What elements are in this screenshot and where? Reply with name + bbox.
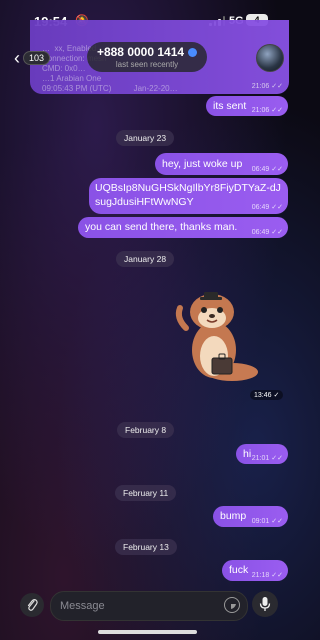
message-bubble[interactable]: UQBsIp8NuGHSkNgIlbYr8FiyDTYaZ-dJsugJdusi… (89, 178, 288, 214)
message-time: 06:49 (251, 204, 270, 211)
paperclip-icon (27, 598, 38, 611)
message-text: you can send there, thanks man. (85, 221, 238, 233)
message-input[interactable] (58, 599, 222, 613)
home-indicator[interactable] (98, 630, 197, 634)
avatar[interactable] (256, 44, 284, 72)
date-separator: January 28 (116, 251, 175, 267)
date-separator: January 23 (116, 130, 175, 146)
message-time: 21:06 (251, 83, 270, 90)
sticker-icon (230, 603, 236, 609)
message-text: bump (220, 510, 247, 522)
otter-sticker[interactable] (168, 284, 264, 388)
date-separator: February 8 (117, 422, 175, 438)
message-time: 21:06 (251, 107, 270, 114)
message-time: 21:18 (251, 572, 270, 579)
message-bubble[interactable]: hey, just woke up 06:49 ✓✓ (155, 153, 288, 175)
back-button[interactable]: ‹ 103 (14, 48, 51, 68)
message-field[interactable] (50, 591, 248, 621)
message-time: 06:49 (251, 166, 270, 173)
message-time: 06:49 (251, 229, 270, 236)
message-time: 13:46 (254, 392, 272, 399)
message-text: fuck (229, 564, 249, 576)
attach-button[interactable] (20, 593, 44, 617)
message-bubble[interactable]: you can send there, thanks man. 06:49 ✓✓ (78, 217, 288, 238)
chat-title: +888 0000 1414 (96, 45, 185, 59)
message-text: hey, just woke up (162, 158, 243, 170)
microphone-icon (259, 597, 271, 611)
message-time: 09:01 (251, 518, 270, 525)
unread-count-badge: 103 (23, 51, 51, 65)
sticker-button[interactable] (224, 597, 240, 613)
chat-subtitle: last seen recently (115, 60, 179, 69)
message-time: 21:01 (251, 455, 270, 462)
message-text: hi (243, 448, 252, 460)
date-separator: February 11 (115, 485, 177, 501)
chat-title-pill[interactable]: +888 0000 1414 last seen recently (87, 42, 207, 72)
date-separator: February 13 (115, 539, 177, 555)
otter-sticker-icon (175, 292, 258, 381)
status-icon (188, 47, 198, 57)
chevron-left-icon: ‹ (14, 48, 20, 68)
message-bubble[interactable]: fuck 21:18 ✓✓ (222, 560, 288, 581)
microphone-button[interactable] (252, 591, 278, 617)
message-text: its sent (213, 100, 247, 112)
message-bubble[interactable]: hi 21:01 ✓✓ (236, 444, 288, 464)
message-bubble[interactable]: bump 09:01 ✓✓ (213, 506, 288, 527)
message-bubble[interactable]: its sent 21:06 ✓✓ (206, 96, 288, 116)
